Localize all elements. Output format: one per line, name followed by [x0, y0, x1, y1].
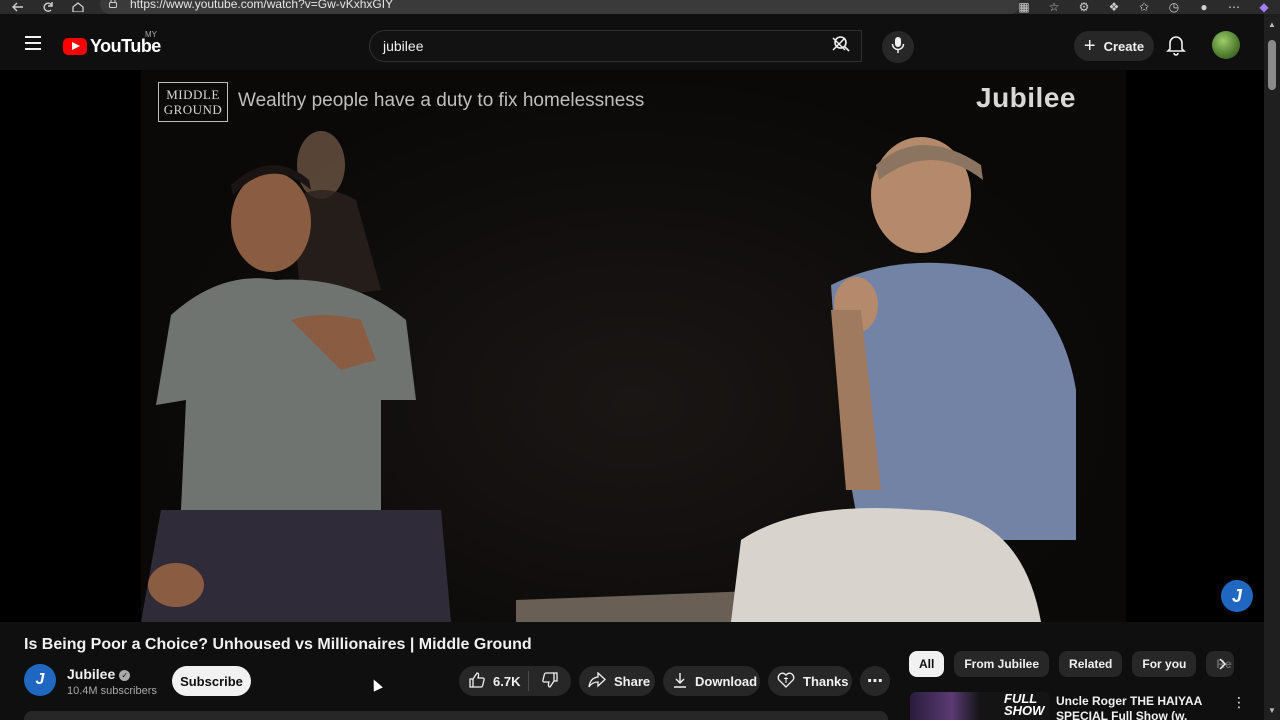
video-title: Is Being Poor a Choice? Unhoused vs Mill…	[24, 636, 532, 653]
channel-name-text: Jubilee	[67, 666, 116, 682]
youtube-play-icon	[63, 37, 87, 55]
extensions-icon[interactable]: ⚙	[1076, 0, 1092, 14]
scrollbar-thumb[interactable]	[1268, 40, 1276, 90]
video-scene	[141, 131, 1076, 622]
chip-all[interactable]: All	[909, 651, 945, 677]
search-icon	[833, 35, 851, 58]
scroll-up-icon[interactable]: ▲	[1268, 20, 1276, 29]
thumbnail-text: FULL SHOW	[1004, 692, 1045, 718]
history-icon[interactable]: ◷	[1166, 0, 1182, 14]
browser-actions: ▦ ☆ ⚙ ❖ ✩ ◷ ● ⋯ ◆	[1016, 0, 1272, 14]
thumbs-up-icon	[468, 671, 486, 692]
browser-nav	[0, 0, 86, 14]
recommendation-chips: All From Jubilee Related For you Re	[909, 651, 1234, 677]
chip-related[interactable]: Related	[1059, 651, 1123, 677]
star-icon[interactable]: ☆	[1046, 0, 1062, 14]
page-scrollbar[interactable]: ▲ ▼	[1264, 14, 1280, 720]
menu-icon[interactable]	[20, 32, 46, 52]
download-button[interactable]: Download	[663, 666, 760, 696]
middle-ground-logo-line1: MIDDLE	[166, 87, 220, 102]
channel-avatar[interactable]: J	[24, 664, 56, 696]
kebab-icon[interactable]: ⋮	[1232, 694, 1246, 711]
download-icon	[673, 672, 687, 691]
chip-for-you[interactable]: For you	[1132, 651, 1197, 677]
channel-name[interactable]: Jubilee ✓	[67, 666, 131, 682]
share-icon	[588, 671, 606, 691]
thumbs-down-icon	[541, 671, 559, 692]
thumbnail-text-line2: SHOW	[1004, 703, 1045, 718]
share-label: Share	[614, 673, 651, 689]
url-text: https://www.youtube.com/watch?v=Gw-vKxhx…	[130, 0, 394, 11]
mouse-cursor	[369, 677, 383, 692]
video-overlay-statement: Wealthy people have a duty to fix homele…	[238, 90, 645, 111]
collections-icon[interactable]: ❖	[1106, 0, 1122, 14]
search-input[interactable]: jubilee	[369, 30, 862, 62]
subscriber-count: 10.4M subscribers	[67, 685, 157, 697]
create-button[interactable]: + Create	[1074, 31, 1154, 61]
chevron-right-icon[interactable]	[1212, 653, 1234, 675]
back-icon[interactable]	[10, 0, 26, 14]
like-count: 6.7K	[493, 673, 521, 689]
lock-icon	[108, 0, 120, 10]
subscribe-button[interactable]: Subscribe	[172, 666, 251, 696]
middle-ground-logo-line2: GROUND	[163, 102, 223, 117]
browser-toolbar: https://www.youtube.com/watch?v=Gw-vKxhx…	[0, 0, 1280, 14]
thanks-icon	[777, 671, 795, 692]
chip-from-jubilee[interactable]: From Jubilee	[954, 651, 1050, 677]
country-code: MY	[145, 30, 157, 39]
more-icon: ⋯	[867, 673, 883, 690]
grid-icon[interactable]: ▦	[1016, 0, 1032, 14]
video-frame	[141, 70, 1126, 622]
copilot-icon[interactable]: ◆	[1256, 0, 1272, 14]
plus-icon: +	[1083, 35, 1096, 57]
recommended-thumbnail: FULL SHOW	[910, 692, 1050, 720]
favorites-icon[interactable]: ✩	[1136, 0, 1152, 14]
share-button[interactable]: Share	[579, 666, 655, 696]
user-avatar[interactable]	[1212, 31, 1240, 59]
more-browser-icon[interactable]: ⋯	[1226, 0, 1242, 14]
bell-icon[interactable]	[1166, 34, 1188, 58]
recommended-video[interactable]: FULL SHOW Uncle Roger THE HAIYAA SPECIAL…	[910, 692, 1250, 720]
address-bar[interactable]: https://www.youtube.com/watch?v=Gw-vKxhx…	[100, 0, 1020, 14]
channel-watermark-icon[interactable]: J	[1221, 580, 1253, 612]
like-dislike-group: 6.7K	[459, 666, 571, 696]
profile-icon[interactable]: ●	[1196, 0, 1212, 14]
download-label: Download	[695, 673, 758, 689]
recommended-title: Uncle Roger THE HAIYAA SPECIAL Full Show…	[1056, 694, 1202, 720]
home-icon[interactable]	[70, 0, 86, 14]
youtube-header: YouTube MY jubilee + Create	[0, 14, 1264, 70]
description-box[interactable]	[24, 711, 888, 720]
search-button[interactable]	[822, 30, 862, 62]
middle-ground-logo: MIDDLE GROUND	[158, 82, 228, 122]
create-label: Create	[1103, 38, 1145, 54]
more-actions-button[interactable]: ⋯	[860, 666, 890, 696]
video-player[interactable]: MIDDLE GROUND Wealthy people have a duty…	[0, 70, 1264, 622]
thanks-button[interactable]: Thanks	[768, 666, 852, 696]
mic-icon	[891, 36, 905, 59]
like-button[interactable]: 6.7K	[459, 666, 528, 696]
voice-search-button[interactable]	[882, 31, 914, 63]
scroll-down-icon[interactable]: ▼	[1268, 706, 1276, 715]
youtube-logo[interactable]: YouTube MY	[63, 30, 161, 56]
verified-icon: ✓	[119, 670, 131, 681]
dislike-button[interactable]	[529, 666, 571, 696]
search-query: jubilee	[383, 38, 424, 54]
jubilee-video-logo: Jubilee	[976, 82, 1076, 113]
thanks-label: Thanks	[803, 673, 849, 689]
refresh-icon[interactable]	[40, 0, 56, 14]
